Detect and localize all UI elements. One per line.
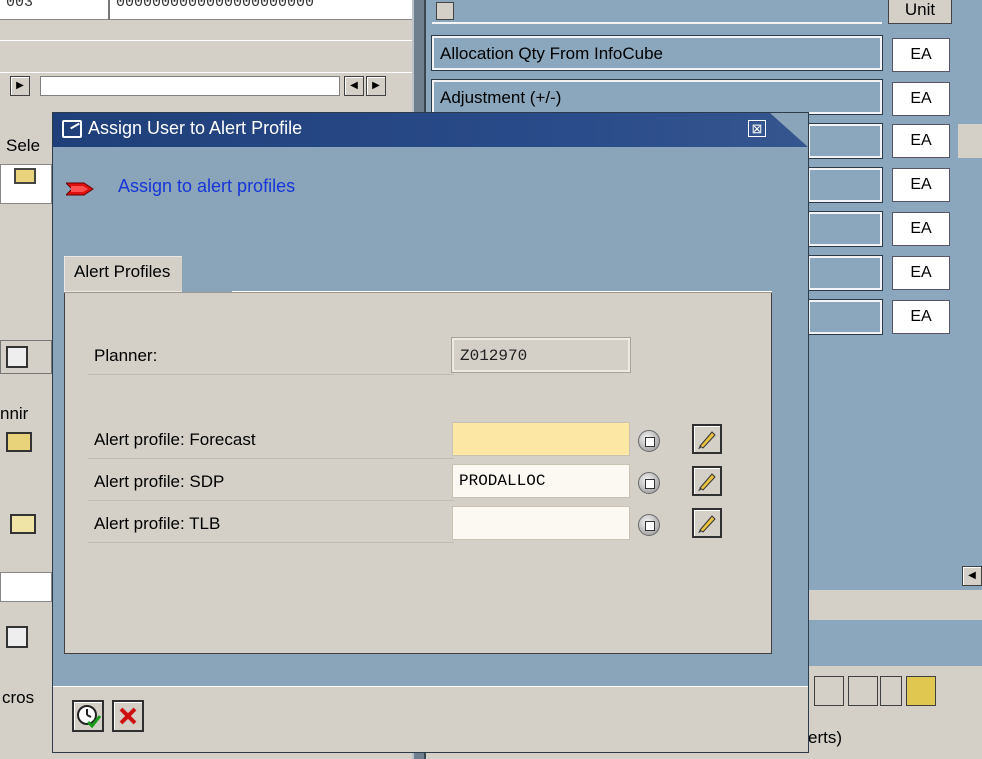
document-icon[interactable]: [6, 626, 28, 648]
export-icon[interactable]: [906, 676, 936, 706]
table-settings-icon[interactable]: [436, 2, 454, 20]
row-divider: [88, 542, 454, 543]
assign-to-alert-profiles-link[interactable]: Assign to alert profiles: [118, 176, 295, 197]
left-label-cross: cros: [2, 688, 35, 707]
left-white-strip: [0, 572, 52, 602]
table-row: [807, 167, 883, 203]
close-icon[interactable]: ⊠: [748, 120, 766, 137]
group-title: Alert Profiles: [74, 262, 171, 281]
left-label-planning: nnir: [0, 404, 29, 423]
forecast-label: Alert profile: Forecast: [94, 430, 256, 449]
table-row: [807, 255, 883, 291]
dialog-footer: [53, 686, 808, 752]
sdp-profile-input[interactable]: PRODALLOC: [452, 464, 630, 498]
unit-header: Unit: [888, 0, 952, 24]
tlb-profile-input[interactable]: [452, 506, 630, 540]
red-arrow-icon: [66, 182, 94, 196]
pencil-icon[interactable]: [692, 424, 722, 454]
scroll-left-icon[interactable]: ◀: [962, 566, 982, 586]
pencil-icon[interactable]: [692, 508, 722, 538]
unit-cell: EA: [892, 168, 950, 202]
scroll-left-icon[interactable]: ◀: [344, 76, 364, 96]
table-row: Allocation Qty From InfoCube: [431, 35, 883, 71]
sdp-label: Alert profile: SDP: [94, 472, 225, 491]
value-help-icon[interactable]: [638, 430, 660, 452]
table-row: [807, 211, 883, 247]
left-top-table-row: 003 0000000000000000000000: [0, 0, 412, 20]
left-top-cell-b: 0000000000000000000000: [116, 0, 315, 11]
folder-icon[interactable]: [10, 514, 36, 534]
clock-check-icon[interactable]: [72, 700, 104, 732]
find-icon[interactable]: [848, 676, 878, 706]
print-icon[interactable]: [814, 676, 844, 706]
table-row: [807, 299, 883, 335]
red-x-icon[interactable]: [112, 700, 144, 732]
alert-profiles-group: [64, 256, 772, 654]
unit-cell: EA: [892, 82, 950, 116]
row-divider: [88, 458, 454, 459]
row-divider: [88, 500, 454, 501]
row-selected-marker: [958, 124, 982, 158]
window-icon: [62, 120, 82, 138]
group-divider: [64, 292, 772, 293]
row-divider: [88, 374, 454, 375]
unit-cell: EA: [892, 300, 950, 334]
row-label: Allocation Qty From InfoCube: [440, 44, 663, 63]
document-icon[interactable]: [880, 676, 902, 706]
scroll-right-icon[interactable]: ▶: [366, 76, 386, 96]
table-header: [432, 0, 882, 24]
table-row: [807, 123, 883, 159]
scroll-track[interactable]: [40, 76, 340, 96]
scroll-right-icon[interactable]: ▶: [10, 76, 30, 96]
divider: [0, 40, 412, 41]
unit-cell: EA: [892, 124, 950, 158]
left-top-cell-a: 003: [6, 0, 34, 11]
value-help-icon[interactable]: [638, 514, 660, 536]
dialog-title: Assign User to Alert Profile: [88, 118, 303, 138]
tlb-label: Alert profile: TLB: [94, 514, 221, 533]
unit-cell: EA: [892, 212, 950, 246]
forecast-profile-input[interactable]: [452, 422, 630, 456]
planner-label: Planner:: [94, 346, 158, 365]
folder-open-icon[interactable]: [14, 168, 36, 184]
planner-field: Z012970: [451, 337, 631, 373]
left-label-select: Sele: [6, 136, 41, 155]
cell-divider: [108, 0, 110, 20]
unit-cell: EA: [892, 256, 950, 290]
title-bar-corner: [770, 113, 808, 147]
pencil-icon[interactable]: [692, 466, 722, 496]
table-row: Adjustment (+/-): [431, 79, 883, 115]
row-label: Adjustment (+/-): [440, 88, 562, 107]
unit-cell: EA: [892, 38, 950, 72]
folder-icon[interactable]: [6, 432, 32, 452]
value-help-icon[interactable]: [638, 472, 660, 494]
group-header-strip: [232, 256, 772, 292]
bottom-right-text: erts): [808, 728, 842, 747]
document-icon[interactable]: [6, 346, 28, 368]
